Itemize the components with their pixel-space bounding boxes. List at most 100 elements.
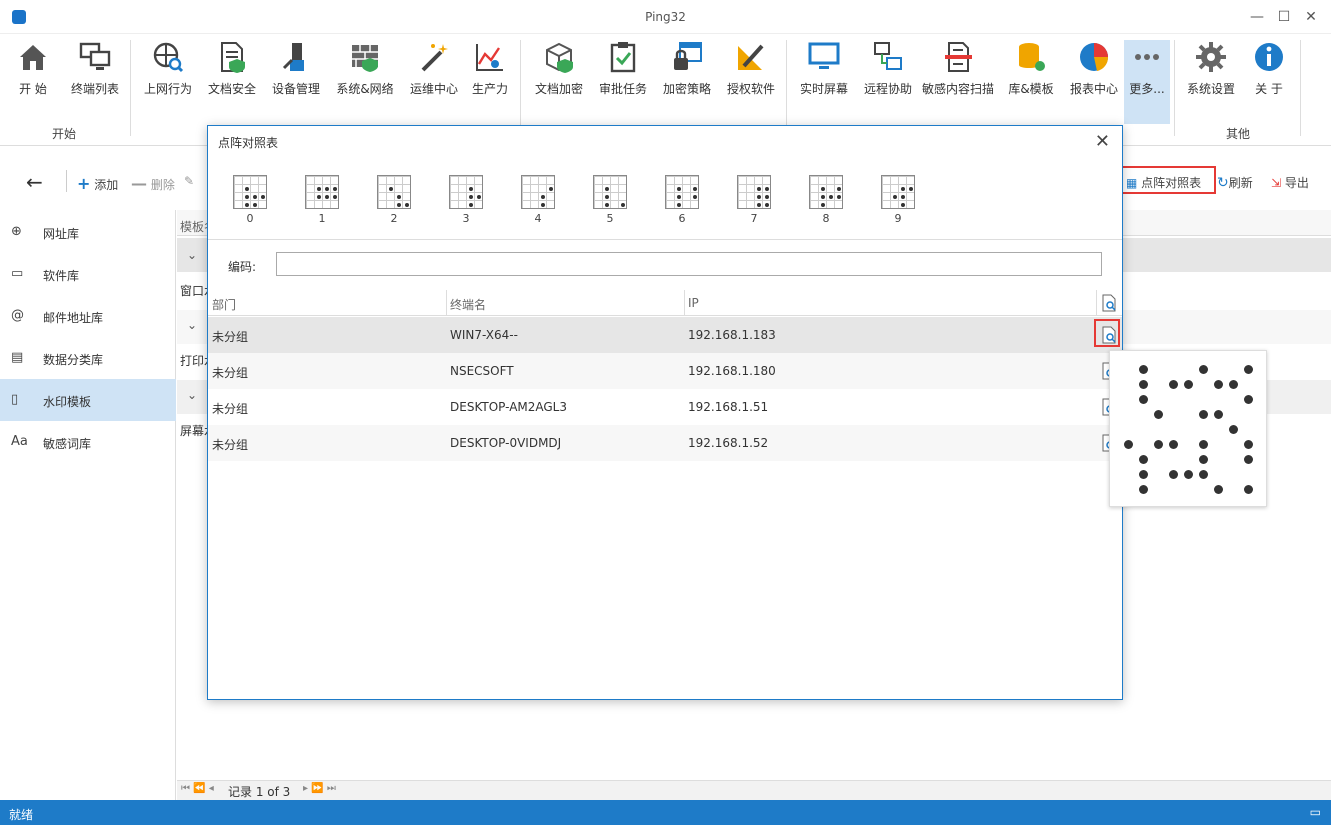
- edit-icon[interactable]: ✎: [184, 174, 194, 188]
- database-gear-icon: [1019, 43, 1045, 71]
- ribbon-remote-assist-button[interactable]: 远程协助: [860, 40, 916, 112]
- refresh-icon: ↻: [1217, 175, 1229, 191]
- matrix-dot: [1199, 455, 1208, 464]
- home-icon: [20, 45, 46, 70]
- at-sign-icon: @: [11, 308, 24, 323]
- pager-nav-first-icon[interactable]: ⏮ ⏪ ◂: [181, 783, 214, 794]
- cell-dept: 未分组: [212, 402, 249, 416]
- ribbon-realtime-screen-button[interactable]: 实时屏幕: [796, 40, 852, 112]
- ribbon-ops-center-button[interactable]: 运维中心: [406, 40, 462, 112]
- ribbon-encrypt-policy-button[interactable]: 加密策略: [660, 40, 714, 112]
- info-icon: [1255, 43, 1283, 71]
- ribbon-start-button[interactable]: 开 始: [10, 40, 56, 112]
- cell-terminal-name: DESKTOP-0VIDMDJ: [450, 436, 562, 450]
- cell-dept: 未分组: [212, 438, 249, 452]
- matrix-dot: [1139, 470, 1148, 479]
- ribbon-system-network-button[interactable]: 系统&网络: [334, 40, 396, 112]
- maximize-button[interactable]: ☐: [1270, 6, 1298, 28]
- pager-record-text: 记录 1 of 3: [228, 785, 291, 799]
- close-window-button[interactable]: ✕: [1297, 6, 1325, 28]
- productivity-chart-icon: [476, 44, 503, 71]
- sidebar-item-sensitive-words[interactable]: Aa 敏感词库: [0, 421, 176, 463]
- document-scan-icon: [945, 42, 972, 72]
- plus-icon: +: [77, 174, 91, 193]
- ribbon-device-mgmt-button[interactable]: 设备管理: [268, 40, 324, 112]
- window-title: Ping32: [645, 10, 686, 24]
- matrix-dot: [1139, 455, 1148, 464]
- ribbon-report-center-button[interactable]: 报表中心: [1066, 40, 1122, 112]
- matrix-dot: [1184, 380, 1193, 389]
- matrix-dot: [1199, 470, 1208, 479]
- ribbon-doc-security-button[interactable]: 文档安全: [204, 40, 260, 112]
- firewall-icon: [352, 45, 378, 72]
- column-terminal-name: 终端名: [450, 298, 487, 312]
- chevron-down-icon: ⌄: [187, 248, 198, 262]
- ribbon-approval-button[interactable]: 审批任务: [596, 40, 650, 112]
- chevron-down-icon: ⌄: [187, 318, 198, 332]
- digit-pattern-4: 4: [521, 175, 555, 225]
- ribbon-sensitive-scan-button[interactable]: 敏感内容扫描: [920, 40, 996, 112]
- lock-window-icon: [674, 42, 702, 70]
- terminal-table-header: 部门 终端名 IP: [208, 290, 1122, 316]
- ribbon-system-settings-button[interactable]: 系统设置: [1184, 40, 1238, 112]
- cell-terminal-name: WIN7-X64--: [450, 328, 518, 342]
- minimize-button[interactable]: —: [1243, 6, 1271, 28]
- table-row[interactable]: 未分组 DESKTOP-0VIDMDJ 192.168.1.52: [208, 425, 1122, 461]
- monitors-icon: [79, 42, 111, 70]
- table-row[interactable]: 未分组 NSECSOFT 192.168.1.180: [208, 353, 1122, 389]
- matrix-dot: [1214, 410, 1223, 419]
- sidebar-item-watermark-template[interactable]: ▯ 水印模板: [0, 379, 176, 421]
- title-bar: Ping32 — ☐ ✕: [0, 0, 1331, 34]
- column-divider: [446, 290, 447, 316]
- table-row[interactable]: 未分组 DESKTOP-AM2AGL3 192.168.1.51: [208, 389, 1122, 425]
- dialog-close-button[interactable]: ✕: [1095, 131, 1110, 152]
- matrix-dot: [1214, 380, 1223, 389]
- ribbon-doc-encrypt-button[interactable]: 文档加密: [530, 40, 588, 112]
- matrix-dot: [1244, 455, 1253, 464]
- ribbon-productivity-button[interactable]: 生产力: [468, 40, 512, 112]
- ribbon-lib-template-button[interactable]: 库&模板: [1004, 40, 1058, 112]
- matrix-dot: [1154, 410, 1163, 419]
- digit-pattern-7: 7: [737, 175, 771, 225]
- ribbon-about-button[interactable]: 关 于: [1246, 40, 1292, 112]
- matrix-dot: [1244, 440, 1253, 449]
- sidebar-item-url-library[interactable]: ⊕ 网址库: [0, 211, 176, 253]
- digit-pattern-2: 2: [377, 175, 411, 225]
- ribbon-separator: [1174, 40, 1175, 136]
- ribbon-more-button[interactable]: 更多...: [1124, 40, 1170, 124]
- usb-tools-icon: [282, 43, 304, 71]
- ribbon-licensed-software-button[interactable]: 授权软件: [722, 40, 780, 112]
- document-search-icon[interactable]: [1101, 294, 1117, 312]
- cell-terminal-name: DESKTOP-AM2AGL3: [450, 400, 568, 414]
- matrix-dot: [1169, 380, 1178, 389]
- pager-nav-last-icon[interactable]: ▸ ⏩ ⏭: [303, 783, 336, 794]
- document-shield-icon: [221, 42, 245, 73]
- ribbon-separator: [130, 40, 131, 136]
- refresh-button[interactable]: ↻刷新: [1217, 174, 1253, 191]
- keyboard-icon: ▭: [1309, 805, 1321, 819]
- toolbar-separator: [66, 170, 67, 192]
- export-icon: ⇲: [1271, 176, 1282, 190]
- delete-button[interactable]: — 删除: [131, 174, 175, 193]
- sidebar-item-data-category[interactable]: ▤ 数据分类库: [0, 337, 176, 379]
- dialog-title: 点阵对照表: [218, 136, 279, 150]
- ribbon-terminal-list-button[interactable]: 终端列表: [68, 40, 122, 112]
- globe-search-icon: [153, 42, 184, 73]
- matrix-dot: [1139, 395, 1148, 404]
- ribbon-group-other-label: 其他: [1226, 127, 1251, 141]
- sidebar-item-software-library[interactable]: ▭ 软件库: [0, 253, 176, 295]
- column-divider: [1096, 290, 1097, 316]
- sidebar-item-email-library[interactable]: @ 邮件地址库: [0, 295, 176, 337]
- add-button[interactable]: + 添加: [77, 174, 118, 193]
- table-row[interactable]: 未分组 WIN7-X64-- 192.168.1.183: [208, 317, 1122, 353]
- back-arrow-icon[interactable]: ←: [26, 170, 43, 194]
- ruler-pencil-icon: [738, 44, 764, 70]
- ribbon-web-behavior-button[interactable]: 上网行为: [140, 40, 196, 112]
- matrix-dot: [1139, 380, 1148, 389]
- matrix-dot: [1184, 470, 1193, 479]
- matrix-dot: [1199, 365, 1208, 374]
- export-button[interactable]: ⇲ 导出: [1271, 174, 1309, 191]
- matrix-dot: [1244, 485, 1253, 494]
- code-input[interactable]: [276, 252, 1102, 276]
- cell-ip: 192.168.1.51: [688, 400, 769, 414]
